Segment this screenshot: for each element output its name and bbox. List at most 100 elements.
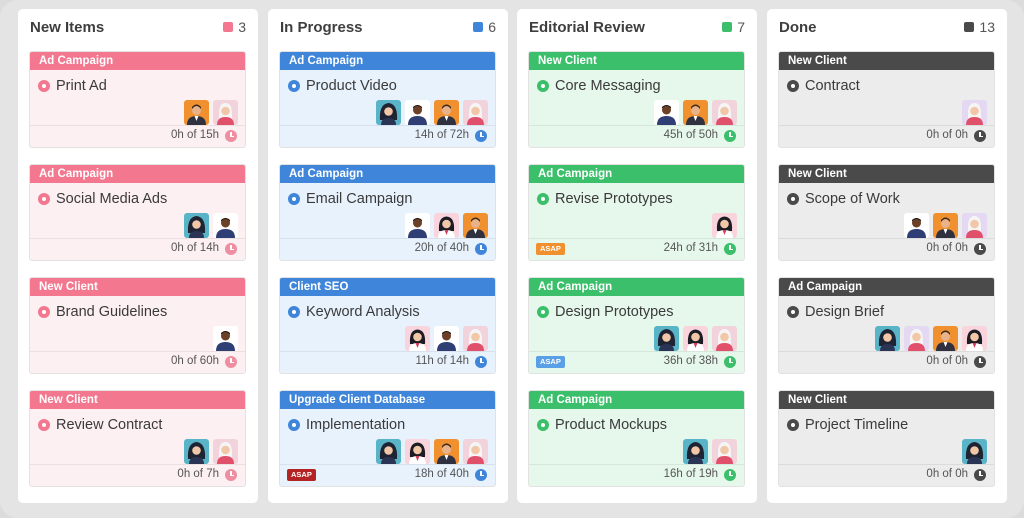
woman-pink-avatar[interactable] bbox=[683, 326, 708, 351]
clock-icon bbox=[475, 469, 487, 481]
task-card[interactable]: Ad Campaign Product Video 14h of 72h bbox=[279, 51, 496, 148]
man-orange-avatar[interactable] bbox=[933, 326, 958, 351]
column-count: 13 bbox=[979, 19, 995, 35]
man-dark-skin-avatar[interactable] bbox=[434, 326, 459, 351]
woman-white-hair-avatar[interactable] bbox=[213, 439, 238, 464]
man-dark-skin-avatar[interactable] bbox=[405, 213, 430, 238]
woman-dark-hair-avatar[interactable] bbox=[654, 326, 679, 351]
assignee-avatars bbox=[683, 439, 737, 464]
woman-pink-avatar[interactable] bbox=[712, 213, 737, 238]
card-footer: 0h of 0h bbox=[779, 464, 994, 486]
card-tag: Ad Campaign bbox=[280, 165, 495, 183]
card-name: Review Contract bbox=[56, 417, 163, 433]
card-name: Scope of Work bbox=[805, 191, 900, 207]
hours-label: 36h of 38h bbox=[663, 355, 718, 367]
color-square-icon bbox=[722, 22, 733, 32]
woman-pink-avatar[interactable] bbox=[405, 326, 430, 351]
clock-icon bbox=[475, 243, 487, 255]
card-name: Social Media Ads bbox=[56, 191, 168, 207]
task-card[interactable]: New Client Review Contract 0h of 7h bbox=[29, 390, 246, 487]
assignee-avatars bbox=[654, 326, 737, 351]
hours-label: 0h of 0h bbox=[926, 129, 968, 141]
woman-pink-avatar[interactable] bbox=[962, 326, 987, 351]
woman-white-hair-avatar[interactable] bbox=[213, 100, 238, 125]
task-card[interactable]: Ad Campaign Email Campaign 20h of 40h bbox=[279, 164, 496, 261]
task-card[interactable]: New Client Scope of Work 0h of 0h bbox=[778, 164, 995, 261]
task-card[interactable]: Ad Campaign Product Mockups 16h of 19h bbox=[528, 390, 745, 487]
woman-white-hair-avatar[interactable] bbox=[463, 100, 488, 125]
man-dark-skin-avatar[interactable] bbox=[654, 100, 679, 125]
task-card[interactable]: New Client Contract 0h of 0h bbox=[778, 51, 995, 148]
woman-white-hair-avatar[interactable] bbox=[962, 100, 987, 125]
card-tag: Upgrade Client Database bbox=[280, 391, 495, 409]
card-tag: New Client bbox=[529, 52, 744, 70]
task-card[interactable]: New Client Core Messaging 45h of 50h bbox=[528, 51, 745, 148]
task-card[interactable]: New Client Brand Guidelines 0h of 60h bbox=[29, 277, 246, 374]
clock-icon bbox=[475, 356, 487, 368]
assignee-avatars bbox=[962, 439, 987, 464]
task-card[interactable]: Upgrade Client Database Implementation A… bbox=[279, 390, 496, 487]
assignee-avatars bbox=[184, 213, 238, 238]
card-footer: 45h of 50h bbox=[529, 125, 744, 147]
woman-dark-hair-avatar[interactable] bbox=[376, 439, 401, 464]
column-header: In Progress 6 bbox=[268, 9, 508, 47]
assignee-avatars bbox=[184, 100, 238, 125]
woman-dark-hair-avatar[interactable] bbox=[184, 439, 209, 464]
hours-label: 16h of 19h bbox=[663, 468, 718, 480]
card-footer: ASAP 24h of 31h bbox=[529, 238, 744, 260]
woman-pink-avatar[interactable] bbox=[434, 213, 459, 238]
clock-icon bbox=[974, 469, 986, 481]
man-dark-skin-avatar[interactable] bbox=[213, 326, 238, 351]
status-dot-icon bbox=[537, 80, 549, 92]
assignee-avatars bbox=[405, 213, 488, 238]
man-dark-skin-avatar[interactable] bbox=[405, 100, 430, 125]
man-orange-avatar[interactable] bbox=[184, 100, 209, 125]
woman-dark-hair-avatar[interactable] bbox=[376, 100, 401, 125]
card-tag: New Client bbox=[779, 52, 994, 70]
card-name: Project Timeline bbox=[805, 417, 909, 433]
man-dark-skin-avatar[interactable] bbox=[904, 213, 929, 238]
asap-badge: ASAP bbox=[536, 243, 565, 255]
woman-pink-avatar[interactable] bbox=[405, 439, 430, 464]
woman-white-hair-avatar[interactable] bbox=[712, 326, 737, 351]
column-header: Done 13 bbox=[767, 9, 1007, 47]
task-card[interactable]: Ad Campaign Design Prototypes ASAP 36h o… bbox=[528, 277, 745, 374]
card-name: Product Video bbox=[306, 78, 397, 94]
assignee-avatars bbox=[654, 100, 737, 125]
man-orange-avatar[interactable] bbox=[434, 100, 459, 125]
card-footer: ASAP 36h of 38h bbox=[529, 351, 744, 373]
task-card[interactable]: Ad Campaign Design Brief 0h of 0h bbox=[778, 277, 995, 374]
status-dot-icon bbox=[288, 193, 300, 205]
woman-white-hair-avatar[interactable] bbox=[463, 439, 488, 464]
status-dot-icon bbox=[38, 419, 50, 431]
woman-white-hair-avatar[interactable] bbox=[712, 100, 737, 125]
woman-dark-hair-avatar[interactable] bbox=[875, 326, 900, 351]
clock-icon bbox=[475, 130, 487, 142]
woman-dark-hair-avatar[interactable] bbox=[962, 439, 987, 464]
woman-white-hair-avatar[interactable] bbox=[904, 326, 929, 351]
woman-white-hair-avatar[interactable] bbox=[962, 213, 987, 238]
card-tag: Ad Campaign bbox=[280, 52, 495, 70]
man-orange-avatar[interactable] bbox=[434, 439, 459, 464]
clock-icon bbox=[724, 243, 736, 255]
woman-white-hair-avatar[interactable] bbox=[712, 439, 737, 464]
hours-label: 0h of 0h bbox=[926, 355, 968, 367]
woman-white-hair-avatar[interactable] bbox=[463, 326, 488, 351]
man-dark-skin-avatar[interactable] bbox=[213, 213, 238, 238]
task-card[interactable]: Ad Campaign Social Media Ads 0h of 14h bbox=[29, 164, 246, 261]
task-card[interactable]: New Client Project Timeline 0h of 0h bbox=[778, 390, 995, 487]
task-card[interactable]: Ad Campaign Revise Prototypes ASAP 24h o… bbox=[528, 164, 745, 261]
man-orange-avatar[interactable] bbox=[683, 100, 708, 125]
man-orange-avatar[interactable] bbox=[463, 213, 488, 238]
woman-dark-hair-avatar[interactable] bbox=[683, 439, 708, 464]
card-footer: 0h of 7h bbox=[30, 464, 245, 486]
hours-label: 11h of 14h bbox=[415, 355, 469, 367]
woman-dark-hair-avatar[interactable] bbox=[184, 213, 209, 238]
man-orange-avatar[interactable] bbox=[933, 213, 958, 238]
hours-label: 20h of 40h bbox=[414, 242, 469, 254]
column-count: 6 bbox=[488, 19, 496, 35]
card-footer: 11h of 14h bbox=[280, 351, 495, 373]
task-card[interactable]: Ad Campaign Print Ad 0h of 15h bbox=[29, 51, 246, 148]
task-card[interactable]: Client SEO Keyword Analysis 11h of 14h bbox=[279, 277, 496, 374]
clock-icon bbox=[225, 130, 237, 142]
